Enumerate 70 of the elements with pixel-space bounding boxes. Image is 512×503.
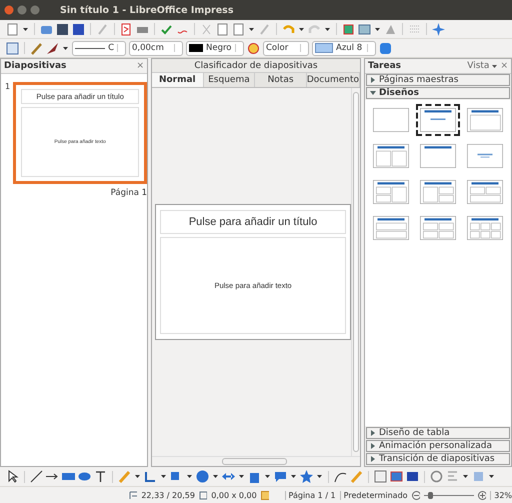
zoom-in-icon[interactable] (478, 490, 486, 500)
caret-icon[interactable] (489, 475, 494, 478)
view-menu[interactable]: Vista (467, 61, 490, 71)
page-status: Página 1 / 1 (284, 490, 336, 500)
layout-option[interactable] (416, 104, 460, 136)
pdf-icon[interactable] (120, 22, 133, 36)
expander-icon (370, 77, 376, 83)
view-tab[interactable]: Esquema (204, 73, 256, 87)
line-width-field[interactable]: C (72, 40, 126, 56)
caret-icon[interactable] (135, 475, 140, 478)
slide-caption: Página 1 (110, 188, 148, 198)
view-tab[interactable]: Documento (306, 73, 360, 87)
position-text: 22,33 / 20,59 (141, 490, 195, 500)
star-icon[interactable] (300, 470, 313, 483)
callout-icon[interactable] (274, 470, 287, 483)
caret-icon[interactable] (187, 475, 192, 478)
fill-type-field[interactable]: Color (263, 40, 309, 56)
star-icon[interactable] (432, 22, 445, 36)
caret-icon[interactable] (23, 28, 28, 30)
caret-icon[interactable] (492, 64, 498, 68)
master-status: Predeterminado (340, 490, 408, 500)
panel-title: Tareas (368, 61, 402, 71)
connector-icon[interactable] (144, 470, 157, 483)
section-header[interactable]: Diseños (366, 87, 510, 99)
rectangle-icon[interactable] (62, 470, 75, 483)
curve-icon[interactable] (334, 470, 347, 483)
zoom-value: 32% (490, 490, 512, 500)
caret-icon[interactable] (213, 475, 218, 478)
offset-field[interactable]: 0,00cm (129, 40, 183, 56)
close-button[interactable]: × (500, 61, 508, 71)
view-tab[interactable]: Notas (255, 73, 307, 87)
pointer-icon[interactable] (6, 470, 19, 483)
caret-icon[interactable] (63, 46, 68, 50)
caret-icon[interactable] (161, 475, 166, 478)
caret-icon[interactable] (317, 475, 322, 478)
caret-icon[interactable] (299, 28, 304, 30)
title-placeholder[interactable]: Pulse para añadir un título (160, 210, 346, 234)
section-header[interactable]: Páginas maestras (366, 74, 510, 86)
caret-icon[interactable] (375, 28, 380, 30)
panel-title: Diapositivas (4, 61, 68, 71)
slide-number: 1 (5, 82, 10, 93)
document-icon[interactable] (6, 22, 19, 36)
horizontal-scrollbar[interactable] (152, 456, 360, 466)
expander-icon (370, 456, 376, 462)
line-icon[interactable] (30, 470, 43, 483)
section-header[interactable]: Animación personalizada (366, 440, 510, 452)
section-header[interactable]: Diseño de tabla (366, 427, 510, 439)
view-tab[interactable]: Normal (152, 73, 204, 87)
circle-icon[interactable] (196, 470, 209, 483)
size-text: 0,00 x 0,00 (211, 490, 257, 500)
text-tool-icon[interactable] (94, 470, 107, 483)
caret-icon[interactable] (265, 475, 270, 478)
caret-icon[interactable] (463, 475, 468, 478)
caret-icon[interactable] (291, 475, 296, 478)
fill-color-field[interactable]: Azul 8 (312, 40, 376, 56)
square-icon[interactable] (248, 470, 261, 483)
section-header[interactable]: Transición de diapositivas (366, 453, 510, 465)
zoom-out-icon[interactable] (412, 490, 420, 500)
caret-icon[interactable] (239, 475, 244, 478)
vertical-scrollbar[interactable] (351, 88, 360, 456)
caret-icon[interactable] (249, 28, 254, 30)
ellipse-icon[interactable] (78, 470, 91, 483)
expander-icon (370, 90, 376, 96)
expander-icon (370, 430, 376, 436)
expander-icon (370, 443, 376, 449)
line-color-field[interactable]: Negro (186, 40, 244, 56)
close-button[interactable]: × (136, 61, 144, 71)
caret-icon[interactable] (325, 28, 330, 30)
window-title: Sin título 1 - LibreOffice Impress (60, 4, 234, 16)
double-arrow-icon[interactable] (222, 470, 235, 483)
